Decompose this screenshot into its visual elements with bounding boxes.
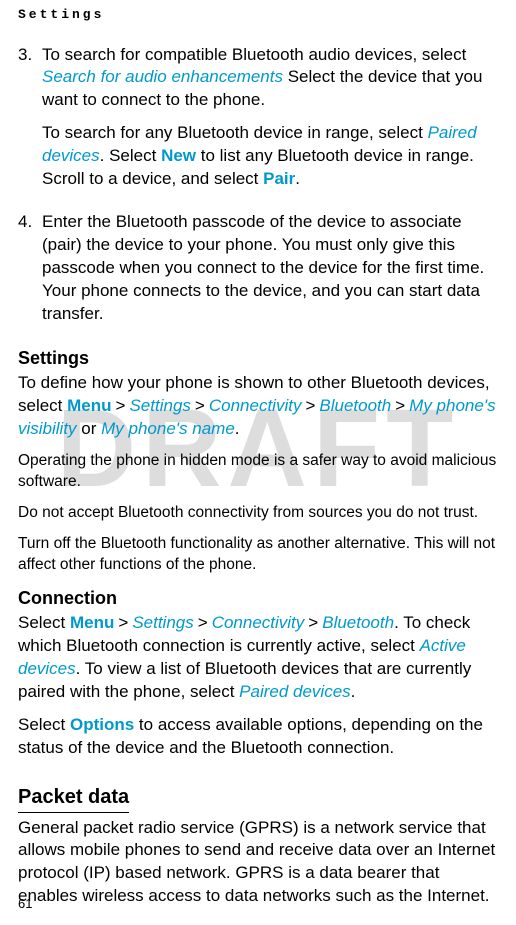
link-settings[interactable]: Settings (129, 396, 190, 415)
step3-para1: To search for compatible Bluetooth audio… (42, 44, 498, 113)
text: To search for any Bluetooth device in ra… (42, 123, 428, 142)
text: Select (18, 715, 70, 734)
link-bluetooth[interactable]: Bluetooth (322, 613, 394, 632)
page-header: Settings (18, 0, 498, 44)
link-paired-devices[interactable]: Paired devices (239, 682, 351, 701)
heading-connection: Connection (18, 586, 498, 610)
step-3: 3. To search for compatible Bluetooth au… (18, 44, 498, 202)
text: . (295, 169, 300, 188)
step3-para2: To search for any Bluetooth device in ra… (42, 122, 498, 191)
separator: > (191, 396, 209, 415)
link-connectivity[interactable]: Connectivity (209, 396, 302, 415)
heading-settings: Settings (18, 346, 498, 370)
separator: > (194, 613, 212, 632)
link-options[interactable]: Options (70, 715, 134, 734)
link-pair[interactable]: Pair (263, 169, 295, 188)
settings-note1: Operating the phone in hidden mode is a … (18, 451, 498, 493)
heading-packet-data: Packet data (18, 784, 129, 813)
text: To search for compatible Bluetooth audio… (42, 45, 466, 64)
separator: > (301, 396, 319, 415)
link-connectivity[interactable]: Connectivity (212, 613, 305, 632)
text: or (77, 419, 102, 438)
separator: > (114, 613, 132, 632)
text: . Select (100, 146, 161, 165)
separator: > (391, 396, 409, 415)
step-number: 4. (18, 211, 42, 336)
step-4: 4. Enter the Bluetooth passcode of the d… (18, 211, 498, 336)
packet-para: General packet radio service (GPRS) is a… (18, 817, 498, 909)
link-menu[interactable]: Menu (67, 396, 111, 415)
text: . (235, 419, 240, 438)
settings-note2: Do not accept Bluetooth connectivity fro… (18, 503, 498, 524)
separator: > (112, 396, 130, 415)
text: Select (18, 613, 70, 632)
settings-para1: To define how your phone is shown to oth… (18, 372, 498, 441)
link-settings[interactable]: Settings (132, 613, 193, 632)
settings-note3: Turn off the Bluetooth functionality as … (18, 534, 498, 576)
link-phone-name[interactable]: My phone's name (101, 419, 235, 438)
connection-para2: Select Options to access available optio… (18, 714, 498, 760)
step4-para: Enter the Bluetooth passcode of the devi… (42, 211, 498, 326)
link-new[interactable]: New (161, 146, 196, 165)
separator: > (304, 613, 322, 632)
link-bluetooth[interactable]: Bluetooth (319, 396, 391, 415)
text: . (351, 682, 356, 701)
page-content: Settings 3. To search for compatible Blu… (18, 0, 498, 908)
link-search-audio[interactable]: Search for audio enhancements (42, 67, 283, 86)
link-menu[interactable]: Menu (70, 613, 114, 632)
step-number: 3. (18, 44, 42, 202)
connection-para1: Select Menu>Settings>Connectivity>Blueto… (18, 612, 498, 704)
